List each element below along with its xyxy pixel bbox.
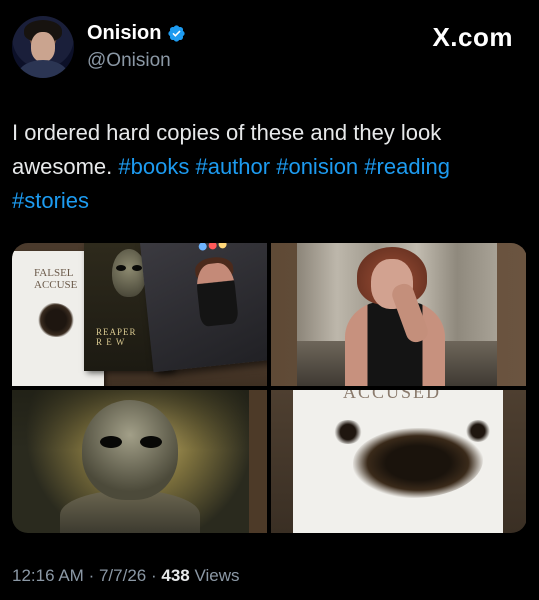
brand-logo: X.com	[432, 22, 513, 52]
media-image-accused-cover[interactable]: ACCUSED	[271, 390, 526, 533]
author-display-name[interactable]: Onision	[87, 22, 161, 45]
meta-separator: ·	[150, 566, 157, 585]
tweet-date[interactable]: 7/7/26	[99, 566, 146, 585]
author-info: Onision @Onision	[87, 22, 186, 72]
book-title-reaper: REAPER R E W	[96, 327, 137, 347]
tweet-text: I ordered hard copies of these and they …	[12, 116, 527, 218]
hashtag-author[interactable]: #author	[195, 154, 270, 179]
meta-separator: ·	[88, 566, 95, 585]
tweet-meta: 12:16 AM · 7/7/26 · 438 Views	[12, 566, 240, 586]
book-title-accused: ACCUSED	[343, 390, 442, 402]
hashtag-books[interactable]: #books	[118, 154, 189, 179]
hashtag-reading[interactable]: #reading	[364, 154, 450, 179]
media-grid: FALSEL ACCUSE REAPER R E W ACCUSED	[12, 243, 527, 533]
tweet-time[interactable]: 12:16 AM	[12, 566, 84, 585]
profile-avatar[interactable]	[12, 16, 74, 78]
media-image-books-stack[interactable]: FALSEL ACCUSE REAPER R E W	[12, 243, 267, 386]
verified-badge-icon	[168, 25, 186, 42]
book-cover-woman	[140, 243, 267, 373]
tweet-header: Onision @Onision X.com	[12, 14, 527, 84]
author-handle[interactable]: @Onision	[87, 50, 186, 72]
views-count: 438	[161, 566, 190, 585]
book-title-falsely-accused: FALSEL ACCUSE	[34, 267, 78, 291]
hashtag-onision[interactable]: #onision	[276, 154, 358, 179]
hashtag-stories[interactable]: #stories	[12, 188, 89, 213]
media-image-alien-cover[interactable]	[12, 390, 267, 533]
views-label: Views	[194, 566, 240, 585]
media-image-woman-cover[interactable]	[271, 243, 526, 386]
author-name-row[interactable]: Onision	[87, 22, 186, 45]
